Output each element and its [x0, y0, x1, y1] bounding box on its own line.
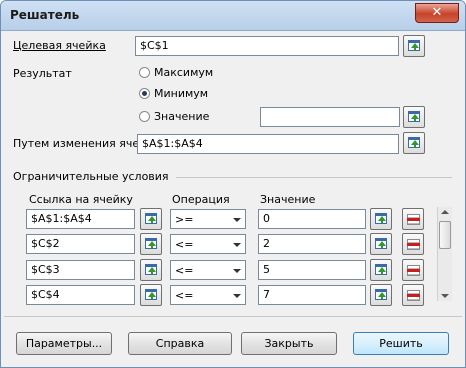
solve-button[interactable]: Решить: [353, 332, 449, 355]
radio-maximum[interactable]: [139, 67, 150, 78]
constraint-2-operator-value: <=: [175, 238, 194, 251]
constraint-2-delete-button[interactable]: [402, 233, 424, 255]
help-button[interactable]: Справка: [128, 332, 232, 355]
radio-minimum[interactable]: [139, 88, 150, 99]
constraints-scrollbar[interactable]: [437, 207, 452, 301]
constraint-1-cell-shrink-button[interactable]: [140, 208, 162, 230]
dialog-body: Целевая ячейка $C$1 Результат Максимум М…: [4, 31, 462, 363]
radio-value-label[interactable]: Значение: [154, 110, 209, 123]
radio-maximum-label[interactable]: Максимум: [154, 66, 213, 79]
constraint-2-operator-select[interactable]: <=: [170, 234, 246, 254]
constraint-2-value-shrink-button[interactable]: [370, 233, 392, 255]
header-operator: Операция: [172, 193, 230, 206]
section-divider: [176, 177, 452, 178]
scroll-down-icon[interactable]: [441, 294, 449, 298]
constraint-2-cell-shrink-button[interactable]: [140, 233, 162, 255]
changing-cells-input[interactable]: $A$1:$A$4: [137, 134, 399, 154]
window-title: Решатель: [10, 8, 80, 22]
radio-minimum-label[interactable]: Минимум: [154, 87, 208, 100]
constraint-3-cell-shrink-button[interactable]: [140, 259, 162, 281]
constraint-4-delete-button[interactable]: [402, 284, 424, 306]
close-button[interactable]: Закрыть: [241, 332, 337, 355]
constraint-2-value-input[interactable]: 2: [258, 234, 366, 254]
title-bar: Решатель ✕: [1, 1, 465, 31]
button-bar-divider: [4, 316, 462, 317]
chevron-down-icon: [233, 269, 241, 273]
options-button[interactable]: Параметры...: [16, 332, 112, 355]
constraint-1-operator-value: >=: [175, 213, 194, 226]
scroll-up-icon[interactable]: [441, 210, 449, 214]
constraint-4-operator-select[interactable]: <=: [170, 285, 246, 305]
constraint-3-value-input[interactable]: 5: [258, 260, 366, 280]
target-cell-label: Целевая ячейка: [13, 39, 106, 52]
constraint-4-value-input[interactable]: 7: [258, 285, 366, 305]
chevron-down-icon: [233, 294, 241, 298]
constraint-3-delete-button[interactable]: [402, 259, 424, 281]
header-value: Значение: [260, 193, 316, 206]
constraint-3-operator-select[interactable]: <=: [170, 260, 246, 280]
solver-dialog: Решатель ✕ Целевая ячейка $C$1 Результат…: [0, 0, 466, 368]
result-value-input[interactable]: [260, 107, 400, 127]
constraint-4-operator-value: <=: [175, 289, 194, 302]
constraint-3-operator-value: <=: [175, 264, 194, 277]
constraint-1-value-shrink-button[interactable]: [370, 208, 392, 230]
result-label: Результат: [13, 67, 72, 80]
constraint-3-cell-input[interactable]: $C$3: [26, 260, 135, 280]
radio-value[interactable]: [139, 111, 150, 122]
constraint-2-cell-input[interactable]: $C$2: [26, 234, 135, 254]
constraint-4-cell-shrink-button[interactable]: [140, 284, 162, 306]
constraint-4-cell-input[interactable]: $C$4: [26, 285, 135, 305]
close-window-button[interactable]: ✕: [415, 3, 459, 23]
constraint-1-value-input[interactable]: 0: [258, 209, 366, 229]
chevron-down-icon: [233, 218, 241, 222]
changing-cells-label: Путем изменения ячеек: [13, 137, 153, 150]
header-cell-ref: Ссылка на ячейку: [29, 193, 133, 206]
target-cell-shrink-button[interactable]: [403, 35, 425, 57]
constraint-1-cell-input[interactable]: $A$1:$A$4: [26, 209, 135, 229]
scroll-thumb[interactable]: [439, 221, 451, 249]
changing-cells-shrink-button[interactable]: [403, 132, 425, 154]
constraint-3-value-shrink-button[interactable]: [370, 259, 392, 281]
constraint-4-value-shrink-button[interactable]: [370, 284, 392, 306]
chevron-down-icon: [233, 243, 241, 247]
constraint-1-operator-select[interactable]: >=: [170, 209, 246, 229]
constraints-section-label: Ограничительные условия: [13, 170, 169, 183]
target-cell-input[interactable]: $C$1: [135, 36, 399, 56]
constraint-1-delete-button[interactable]: [402, 208, 424, 230]
result-value-shrink-button[interactable]: [403, 106, 425, 128]
